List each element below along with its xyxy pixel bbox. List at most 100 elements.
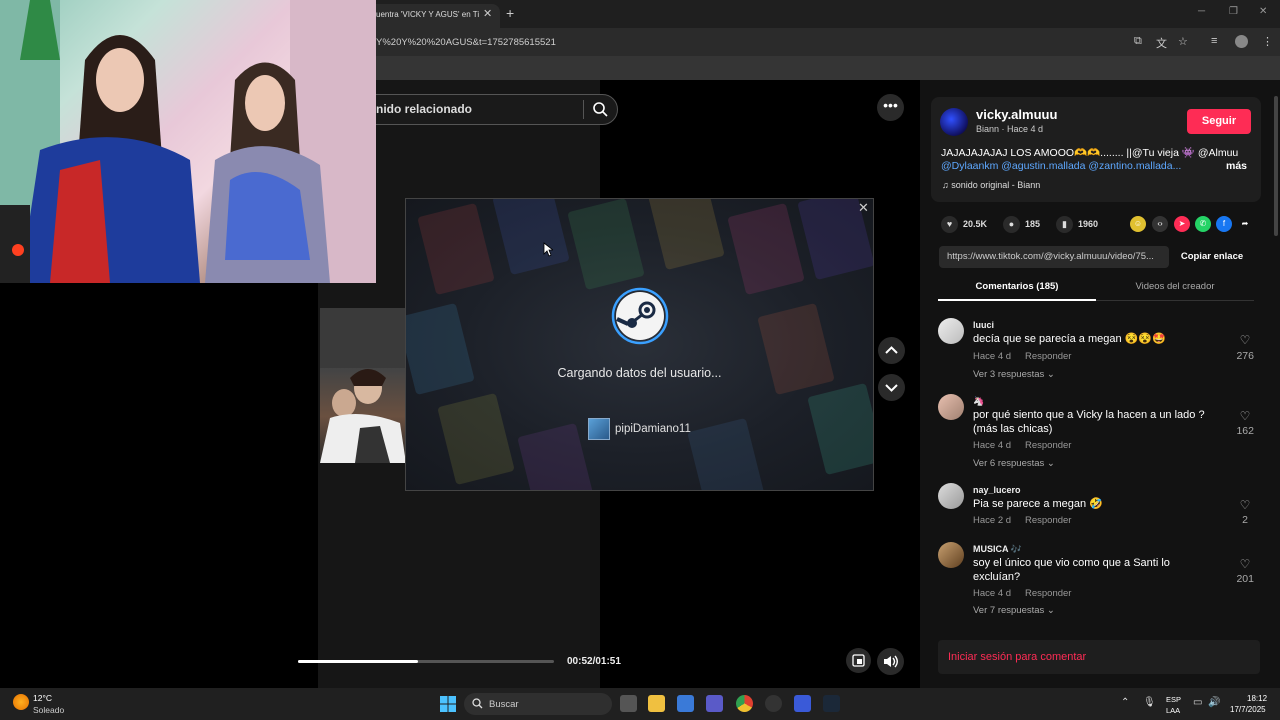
- view-replies-button[interactable]: Ver 3 respuestas ⌄: [973, 369, 1055, 380]
- comment-like-count: 162: [1236, 425, 1254, 437]
- new-tab-icon[interactable]: +: [506, 5, 514, 21]
- comment-like-icon[interactable]: ♡: [1238, 409, 1252, 423]
- follow-button[interactable]: Seguir: [1187, 109, 1251, 134]
- windows-start-icon[interactable]: [440, 696, 456, 712]
- pip-icon: [852, 654, 865, 667]
- video-time: 00:52/01:51: [567, 656, 621, 667]
- comment-like-icon[interactable]: ♡: [1238, 333, 1252, 347]
- close-dialog-icon[interactable]: ✕: [858, 200, 869, 216]
- chrome-icon[interactable]: [736, 695, 753, 712]
- translate-icon[interactable]: 文: [1156, 35, 1167, 51]
- bookmark-star-icon[interactable]: ☆: [1178, 35, 1188, 48]
- minimize-icon[interactable]: ─: [1198, 6, 1205, 17]
- store-icon[interactable]: [677, 695, 694, 712]
- network-icon[interactable]: ▭: [1193, 697, 1202, 708]
- likes-count: 20.5K: [963, 219, 988, 229]
- game-tile: [437, 392, 515, 486]
- comment-like-icon[interactable]: ♡: [1238, 557, 1252, 571]
- task-view-icon[interactable]: [620, 695, 637, 712]
- steam-taskbar-icon[interactable]: [823, 695, 840, 712]
- facebook-icon[interactable]: f: [1216, 216, 1232, 232]
- reply-button[interactable]: Responder: [1025, 515, 1071, 526]
- browser-menu-icon[interactable]: ⋮: [1262, 35, 1273, 48]
- comments-count: 185: [1025, 219, 1041, 229]
- bookmark-icon[interactable]: ▮: [1056, 216, 1073, 233]
- send-icon[interactable]: ➤: [1174, 216, 1190, 232]
- more-link[interactable]: más: [1226, 160, 1247, 172]
- clock-date[interactable]: 17/7/2025: [1230, 705, 1266, 714]
- comment-avatar[interactable]: [938, 318, 964, 344]
- volume-tray-icon[interactable]: 🔊: [1208, 697, 1220, 708]
- clock-time[interactable]: 18:12: [1247, 694, 1267, 703]
- reply-button[interactable]: Responder: [1025, 588, 1071, 599]
- webcam-overlay: [0, 0, 376, 283]
- copy-link-button[interactable]: Copiar enlace: [1172, 246, 1252, 268]
- whatsapp-icon[interactable]: ✆: [1195, 216, 1211, 232]
- author-avatar[interactable]: [940, 108, 968, 136]
- game-tile: [417, 202, 495, 296]
- cast-icon[interactable]: ⧉: [1134, 35, 1142, 48]
- game-tile: [492, 199, 570, 276]
- weather-temperature: 12°C: [33, 693, 52, 703]
- search-icon[interactable]: [592, 101, 608, 117]
- view-replies-button[interactable]: Ver 7 respuestas ⌄: [973, 605, 1055, 616]
- github-icon[interactable]: [765, 695, 782, 712]
- keyboard-layout[interactable]: LAA: [1166, 706, 1180, 715]
- author-meta: Biann · Hace 4 d: [976, 124, 1044, 134]
- game-tile: [757, 302, 835, 396]
- weather-sun-icon[interactable]: [13, 694, 29, 710]
- tray-overflow-icon[interactable]: ⌃: [1121, 697, 1129, 708]
- comment-text: decía que se parecía a megan 😵😵🤩: [973, 333, 1166, 345]
- comment-user[interactable]: MUSICA 🎶: [973, 544, 1022, 555]
- comment-user[interactable]: luuci: [973, 320, 994, 330]
- reply-button[interactable]: Responder: [1025, 351, 1071, 362]
- game-tile: [647, 199, 725, 271]
- comment-avatar[interactable]: [938, 483, 964, 509]
- like-heart-icon[interactable]: ♥: [941, 216, 958, 233]
- profile-avatar[interactable]: [1235, 35, 1248, 48]
- keyboard-language[interactable]: ESP: [1166, 695, 1181, 704]
- scrollbar[interactable]: [1274, 96, 1278, 236]
- video-link-field[interactable]: https://www.tiktok.com/@vicky.almuuu/vid…: [939, 246, 1169, 268]
- sound-link[interactable]: ♫ sonido original - Biann: [942, 180, 1040, 190]
- author-name[interactable]: vicky.almuuu: [976, 107, 1057, 122]
- comment-user[interactable]: 🦄: [973, 396, 984, 407]
- comment-icon[interactable]: ●: [1003, 216, 1020, 233]
- login-to-comment-link[interactable]: Iniciar sesión para comentar: [948, 651, 1086, 663]
- url-text[interactable]: Y%20Y%20%20AGUS&t=1752785615521: [376, 37, 556, 48]
- volume-button[interactable]: [877, 648, 904, 675]
- search-text: nido relacionado: [376, 102, 473, 116]
- restore-icon[interactable]: ❐: [1229, 6, 1238, 17]
- app-icon[interactable]: [794, 695, 811, 712]
- pip-button[interactable]: [846, 648, 871, 673]
- comment-avatar[interactable]: [938, 542, 964, 568]
- taskbar-search[interactable]: [464, 693, 612, 715]
- teams-icon[interactable]: [706, 695, 723, 712]
- chevron-down-icon: [885, 384, 898, 392]
- comment-avatar[interactable]: [938, 394, 964, 420]
- share-emoji-icon[interactable]: ☺: [1130, 216, 1146, 232]
- view-replies-button[interactable]: Ver 6 respuestas ⌄: [973, 458, 1055, 469]
- more-options-button[interactable]: •••: [877, 94, 904, 121]
- comment-like-count: 201: [1236, 573, 1254, 585]
- media-icon[interactable]: ≡: [1211, 35, 1217, 47]
- steam-logo-icon: [611, 287, 669, 345]
- microphone-icon[interactable]: 🎙: [1143, 697, 1156, 708]
- comment-like-icon[interactable]: ♡: [1238, 498, 1252, 512]
- tab-close-icon[interactable]: ✕: [483, 7, 492, 20]
- chevron-up-icon: [885, 346, 898, 354]
- post-description-line2[interactable]: @Dylaankm @agustin.mallada @zantino.mall…: [941, 160, 1181, 172]
- embed-icon[interactable]: ‹›: [1152, 216, 1168, 232]
- next-video-button[interactable]: [878, 374, 905, 401]
- file-explorer-icon[interactable]: [648, 695, 665, 712]
- prev-video-button[interactable]: [878, 337, 905, 364]
- steam-user-avatar: [588, 418, 610, 440]
- browser-tab[interactable]: uentra 'VICKY Y AGUS' en Ti: [366, 4, 500, 28]
- comment-user[interactable]: nay_lucero: [973, 485, 1021, 495]
- tab-creator-videos[interactable]: Videos del creador: [1096, 281, 1254, 292]
- share-arrow-icon[interactable]: ➦: [1237, 216, 1253, 232]
- reply-button[interactable]: Responder: [1025, 440, 1071, 451]
- comment-text: por qué siento que a Vicky la hacen a un…: [973, 409, 1205, 435]
- tab-comments[interactable]: Comentarios (185): [938, 281, 1096, 292]
- close-window-icon[interactable]: ✕: [1259, 6, 1267, 17]
